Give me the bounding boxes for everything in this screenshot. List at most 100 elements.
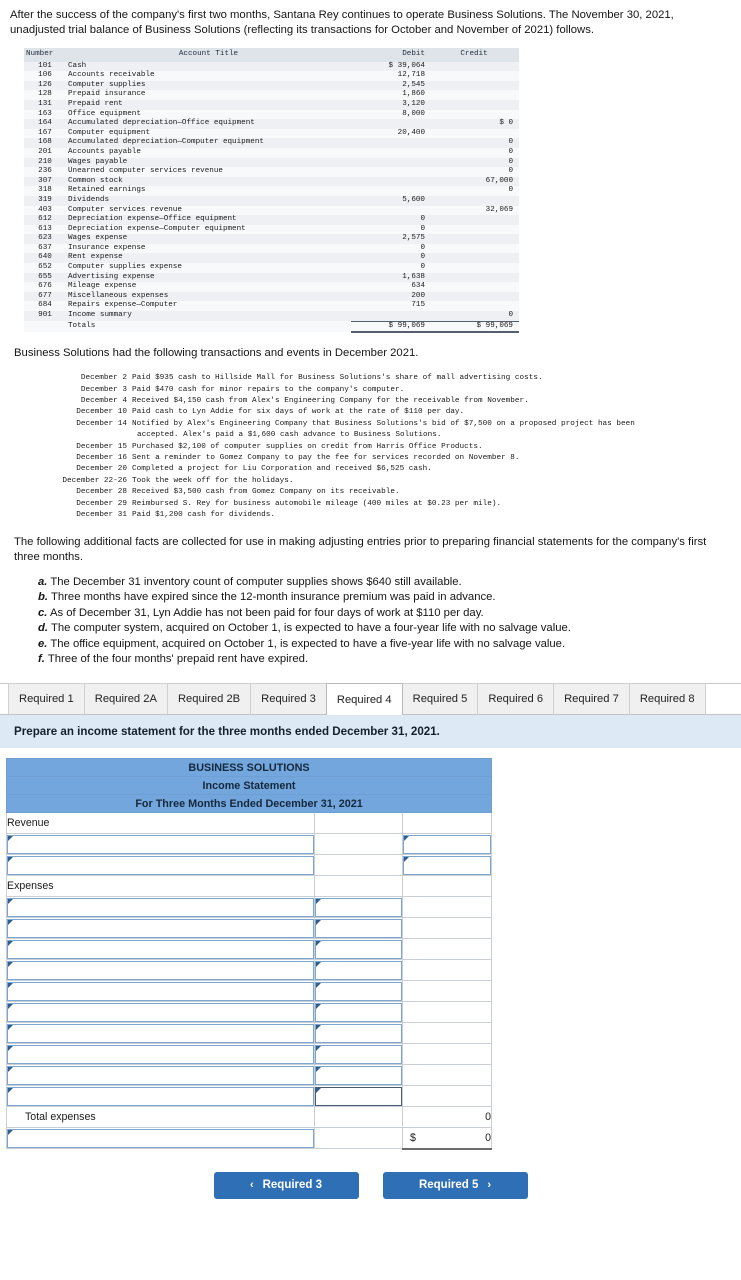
expense-amount-cell[interactable] bbox=[314, 917, 403, 940]
expense-label-cell[interactable] bbox=[6, 959, 315, 982]
transaction-text: Paid cash to Lyn Addie for six days of w… bbox=[132, 408, 465, 417]
expense-col3-cell bbox=[401, 917, 493, 940]
tab-label: Required 3 bbox=[261, 693, 316, 706]
expense-amount-input[interactable] bbox=[316, 1087, 401, 1105]
expense-amount-cell[interactable] bbox=[314, 1001, 403, 1024]
expense-amount-input[interactable] bbox=[316, 982, 401, 1000]
transaction-item: December 20 Completed a project for Liu C… bbox=[0, 464, 729, 475]
account-title: Depreciation expense—Computer equipment bbox=[66, 224, 351, 235]
expense-amount-input[interactable] bbox=[316, 1045, 401, 1063]
expense-amount-cell[interactable] bbox=[314, 980, 403, 1003]
expense-label-input[interactable] bbox=[8, 919, 313, 937]
expense-label-cell[interactable] bbox=[6, 917, 315, 940]
expense-label-input[interactable] bbox=[8, 1003, 313, 1021]
transaction-date: December 20 bbox=[76, 465, 127, 474]
expense-col3-cell bbox=[401, 1064, 493, 1087]
expense-amount-input[interactable] bbox=[316, 919, 401, 937]
chevron-left-icon: ‹ bbox=[249, 1179, 254, 1192]
expense-label-cell[interactable] bbox=[6, 896, 315, 919]
tab-required-8[interactable]: Required 8 bbox=[628, 683, 706, 715]
expense-amount-cell[interactable] bbox=[314, 896, 403, 919]
net-income-label-input[interactable] bbox=[8, 1129, 313, 1147]
transaction-date: December 22-26 bbox=[62, 476, 127, 485]
transaction-date: December 2 bbox=[80, 374, 127, 383]
expense-amount-cell[interactable] bbox=[314, 1064, 403, 1087]
expense-amount-input[interactable] bbox=[316, 898, 401, 916]
expense-amount-input[interactable] bbox=[316, 1024, 401, 1042]
expense-amount-input[interactable] bbox=[316, 1066, 401, 1084]
account-number: 640 bbox=[24, 253, 66, 264]
expense-amount-input[interactable] bbox=[316, 940, 401, 958]
expense-amount-input[interactable] bbox=[316, 961, 401, 979]
expense-entry-row bbox=[6, 896, 493, 919]
account-number: 236 bbox=[24, 167, 66, 177]
expense-amount-cell[interactable] bbox=[314, 1043, 403, 1066]
expense-col3-cell bbox=[401, 980, 493, 1003]
tab-required-2a[interactable]: Required 2A bbox=[83, 683, 168, 715]
expense-label-input[interactable] bbox=[8, 940, 313, 958]
account-title: Accounts receivable bbox=[66, 71, 351, 81]
next-required-button[interactable]: Required 5 › bbox=[382, 1171, 528, 1199]
net-income-value: $0 bbox=[401, 1127, 493, 1150]
tab-label: Required 7 bbox=[564, 693, 619, 706]
expense-label-cell[interactable] bbox=[6, 1022, 315, 1045]
revenue-label-cell[interactable] bbox=[6, 854, 315, 877]
expense-label-cell[interactable] bbox=[6, 1064, 315, 1087]
fact-item: f. Three of the four months' prepaid ren… bbox=[38, 652, 727, 668]
expense-entry-row bbox=[6, 1043, 493, 1066]
table-row: 640 Rent expense 0 bbox=[24, 253, 519, 264]
expense-label-input[interactable] bbox=[8, 1045, 313, 1063]
account-title: Office equipment bbox=[66, 109, 351, 120]
expense-amount-cell[interactable] bbox=[314, 938, 403, 961]
expense-amount-cell[interactable] bbox=[314, 1085, 403, 1108]
expense-label-input[interactable] bbox=[8, 1087, 313, 1105]
expense-label-input[interactable] bbox=[8, 898, 313, 916]
revenue-entry-row bbox=[6, 854, 493, 877]
account-number: 168 bbox=[24, 138, 66, 148]
expense-label-cell[interactable] bbox=[6, 1043, 315, 1066]
tab-required-4[interactable]: Required 4 bbox=[325, 683, 403, 716]
expense-label-cell[interactable] bbox=[6, 1085, 315, 1108]
fact-item: a. The December 31 inventory count of co… bbox=[38, 575, 727, 591]
tab-required-1[interactable]: Required 1 bbox=[8, 683, 85, 715]
expenses-section-label: Expenses bbox=[6, 875, 315, 898]
revenue-label-input[interactable] bbox=[8, 856, 313, 874]
expense-label-input[interactable] bbox=[8, 961, 313, 979]
revenue-label-cell[interactable] bbox=[6, 833, 315, 856]
th-debit: Debit bbox=[351, 48, 435, 62]
account-number: 167 bbox=[24, 128, 66, 139]
expense-amount-cell[interactable] bbox=[314, 959, 403, 982]
revenue-amount-cell[interactable] bbox=[401, 833, 493, 856]
expenses-section-row: Expenses bbox=[6, 875, 493, 898]
account-title: Accounts payable bbox=[66, 147, 351, 158]
account-number: 901 bbox=[24, 311, 66, 322]
expense-label-cell[interactable] bbox=[6, 1001, 315, 1024]
revenue-amount-cell[interactable] bbox=[401, 854, 493, 877]
account-title: Common stock bbox=[66, 176, 351, 187]
debit-amount bbox=[351, 176, 435, 187]
account-title: Repairs expense—Computer bbox=[66, 301, 351, 312]
debit-amount bbox=[351, 186, 435, 196]
prev-required-button[interactable]: ‹ Required 3 bbox=[213, 1171, 359, 1199]
tab-required-2b[interactable]: Required 2B bbox=[166, 683, 252, 715]
expense-label-input[interactable] bbox=[8, 1066, 313, 1084]
expense-label-input[interactable] bbox=[8, 1024, 313, 1042]
net-income-label-cell[interactable] bbox=[6, 1127, 315, 1150]
expense-label-input[interactable] bbox=[8, 982, 313, 1000]
expense-label-cell[interactable] bbox=[6, 980, 315, 1003]
revenue-label-input[interactable] bbox=[8, 835, 313, 853]
account-number: 101 bbox=[24, 61, 66, 72]
required-tab-bar[interactable]: Required 1 Required 2A Required 2B Required… bbox=[0, 683, 741, 716]
expense-label-cell[interactable] bbox=[6, 938, 315, 961]
income-statement-table: BUSINESS SOLUTIONS Income Statement For Th… bbox=[5, 758, 493, 1150]
tab-required-5[interactable]: Required 5 bbox=[401, 683, 479, 715]
tab-required-3[interactable]: Required 3 bbox=[250, 683, 327, 715]
expense-amount-cell[interactable] bbox=[314, 1022, 403, 1045]
revenue-amount-input[interactable] bbox=[404, 835, 491, 853]
revenue-section-row: Revenue bbox=[6, 812, 493, 835]
expense-amount-input[interactable] bbox=[316, 1003, 401, 1021]
debit-amount bbox=[351, 119, 435, 129]
revenue-amount-input[interactable] bbox=[404, 856, 491, 874]
tab-required-7[interactable]: Required 7 bbox=[553, 683, 630, 715]
tab-required-6[interactable]: Required 6 bbox=[477, 683, 555, 715]
